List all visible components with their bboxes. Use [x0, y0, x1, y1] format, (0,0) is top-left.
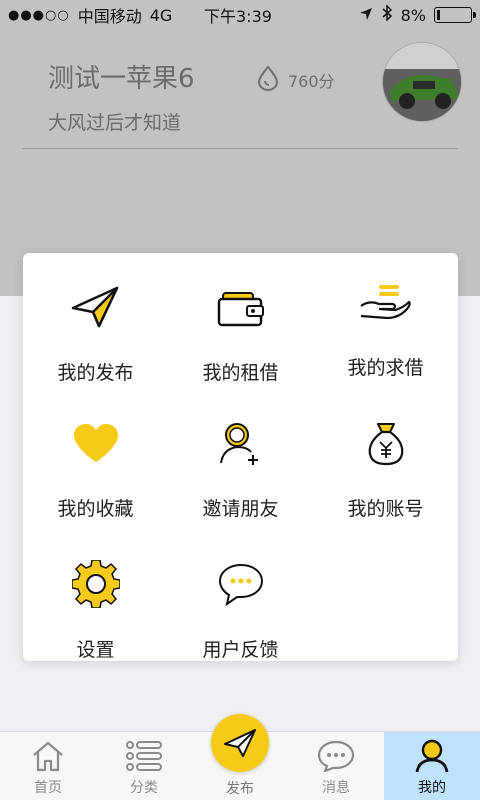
- battery-percent: 8%: [400, 5, 426, 25]
- network-type: 4G: [149, 5, 173, 25]
- status-right: 8%: [359, 4, 476, 25]
- menu-item-my-posts[interactable]: 我的发布: [23, 258, 168, 394]
- tab-home[interactable]: 首页: [0, 732, 96, 800]
- tab-label: 消息: [322, 780, 350, 796]
- score-value: 760分: [288, 72, 335, 91]
- tab-label: 分类: [130, 780, 158, 796]
- status-time: 下午3:39: [204, 7, 272, 26]
- publish-button[interactable]: [211, 714, 269, 772]
- menu-item-label: 我的租借: [202, 362, 279, 384]
- menu-item-label: 我的求借: [347, 357, 424, 379]
- tab-publish[interactable]: 发布: [210, 714, 270, 800]
- menu-item-my-account[interactable]: 我的账号: [313, 394, 458, 530]
- tab-category[interactable]: 分类: [96, 732, 192, 800]
- paper-plane-icon: [224, 729, 256, 757]
- user-icon: [412, 739, 452, 773]
- avatar[interactable]: [382, 42, 462, 122]
- menu-item-my-requests[interactable]: 我的求借: [313, 253, 458, 389]
- menu-item-invite-friends[interactable]: 邀请朋友: [168, 394, 313, 530]
- status-left: ●●●○○ 中国移动 4G: [8, 3, 172, 27]
- menu-item-label: 设置: [76, 639, 115, 661]
- home-icon: [28, 739, 68, 773]
- battery-icon: [434, 7, 476, 23]
- add-friend-icon: [212, 414, 270, 472]
- wallet-icon: [212, 278, 270, 336]
- menu-item-label: 我的收藏: [57, 498, 134, 520]
- menu-item-label: 用户反馈: [202, 639, 279, 661]
- menu-item-label: 邀请朋友: [202, 498, 279, 520]
- menu-card: 我的发布 我的租借 我的求借 我的收藏 邀请朋友 我的账号 设置 用户反馈: [23, 253, 458, 661]
- header-divider: [22, 148, 458, 149]
- tab-messages[interactable]: 消息: [288, 732, 384, 800]
- location-icon: [359, 6, 373, 25]
- menu-item-feedback[interactable]: 用户反馈: [168, 535, 313, 671]
- bluetooth-icon: [381, 4, 393, 25]
- tab-mine[interactable]: 我的: [384, 732, 480, 800]
- menu-item-label: 我的发布: [57, 362, 134, 384]
- menu-item-label: 我的账号: [347, 498, 424, 520]
- status-bar: ●●●○○ 中国移动 4G 下午3:39 8%: [0, 0, 480, 30]
- heart-icon: [67, 414, 125, 472]
- list-icon: [124, 739, 164, 773]
- username: 测试一苹果6: [48, 64, 195, 94]
- gear-icon: [67, 555, 125, 613]
- signal-indicator: ●●●○○: [8, 7, 70, 23]
- tab-label: 发布: [226, 781, 254, 797]
- water-drop-icon: [256, 65, 280, 95]
- chat-bubble-icon: [212, 555, 270, 613]
- carrier-name: 中国移动: [77, 7, 142, 26]
- tab-label: 我的: [418, 780, 446, 796]
- menu-item-my-favorites[interactable]: 我的收藏: [23, 394, 168, 530]
- money-bag-icon: [357, 414, 415, 472]
- signature: 大风过后才知道: [48, 112, 182, 134]
- menu-item-settings[interactable]: 设置: [23, 535, 168, 671]
- message-icon: [316, 739, 356, 773]
- menu-item-my-rentals[interactable]: 我的租借: [168, 258, 313, 394]
- paper-plane-icon: [67, 278, 125, 336]
- hand-coins-icon: [357, 273, 415, 331]
- score: 760分: [256, 65, 335, 95]
- tab-label: 首页: [34, 780, 62, 796]
